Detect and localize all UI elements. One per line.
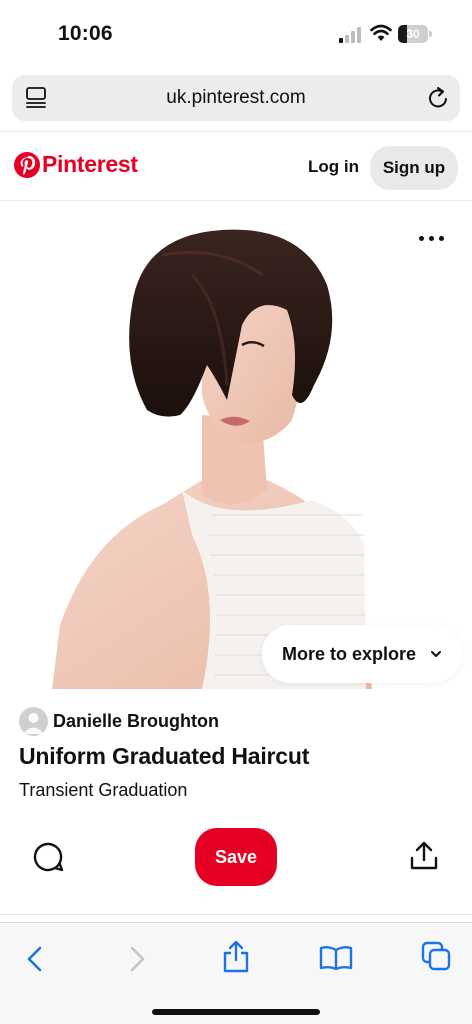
divider: [0, 914, 472, 915]
status-time: 10:06: [58, 22, 113, 45]
chevron-down-icon: [431, 651, 441, 657]
share-sheet-icon[interactable]: [222, 939, 250, 973]
pin-image[interactable]: [52, 215, 372, 689]
save-button[interactable]: Save: [195, 828, 277, 886]
browser-toolbar: [0, 922, 472, 1024]
pin-title: Uniform Graduated Haircut: [19, 743, 310, 769]
pin-description: Transient Graduation: [19, 780, 188, 800]
more-options-icon[interactable]: [417, 231, 449, 245]
sign-up-button[interactable]: Sign up: [370, 146, 458, 190]
reload-icon[interactable]: [428, 86, 450, 110]
url-text[interactable]: uk.pinterest.com: [12, 75, 460, 121]
tabs-icon[interactable]: [421, 941, 451, 971]
more-to-explore-label: More to explore: [282, 644, 417, 664]
wifi-icon: [370, 24, 392, 41]
battery-icon: 30: [398, 25, 432, 43]
avatar-placeholder-icon: [23, 713, 44, 734]
signal-icon: [339, 27, 361, 43]
pin-closeup: More to explore: [0, 201, 472, 689]
creator-row[interactable]: Danielle Broughton: [19, 707, 459, 737]
address-bar[interactable]: uk.pinterest.com: [12, 75, 460, 121]
avatar[interactable]: [19, 707, 48, 736]
share-icon[interactable]: [408, 840, 440, 872]
site-header: Pinterest Log in Sign up: [0, 131, 472, 201]
home-indicator: [152, 1009, 320, 1015]
comment-icon[interactable]: [32, 841, 64, 873]
battery-level: 30: [406, 27, 420, 41]
forward-icon[interactable]: [126, 945, 148, 973]
more-to-explore-button[interactable]: More to explore: [262, 625, 462, 683]
creator-name[interactable]: Danielle Broughton: [53, 711, 219, 732]
status-bar: 10:06 30: [0, 0, 472, 72]
pinterest-logo-icon[interactable]: [14, 152, 40, 178]
bookmarks-icon[interactable]: [319, 945, 353, 971]
pinterest-wordmark[interactable]: Pinterest: [42, 151, 138, 178]
back-icon[interactable]: [24, 945, 46, 973]
log-in-link[interactable]: Log in: [308, 157, 359, 177]
